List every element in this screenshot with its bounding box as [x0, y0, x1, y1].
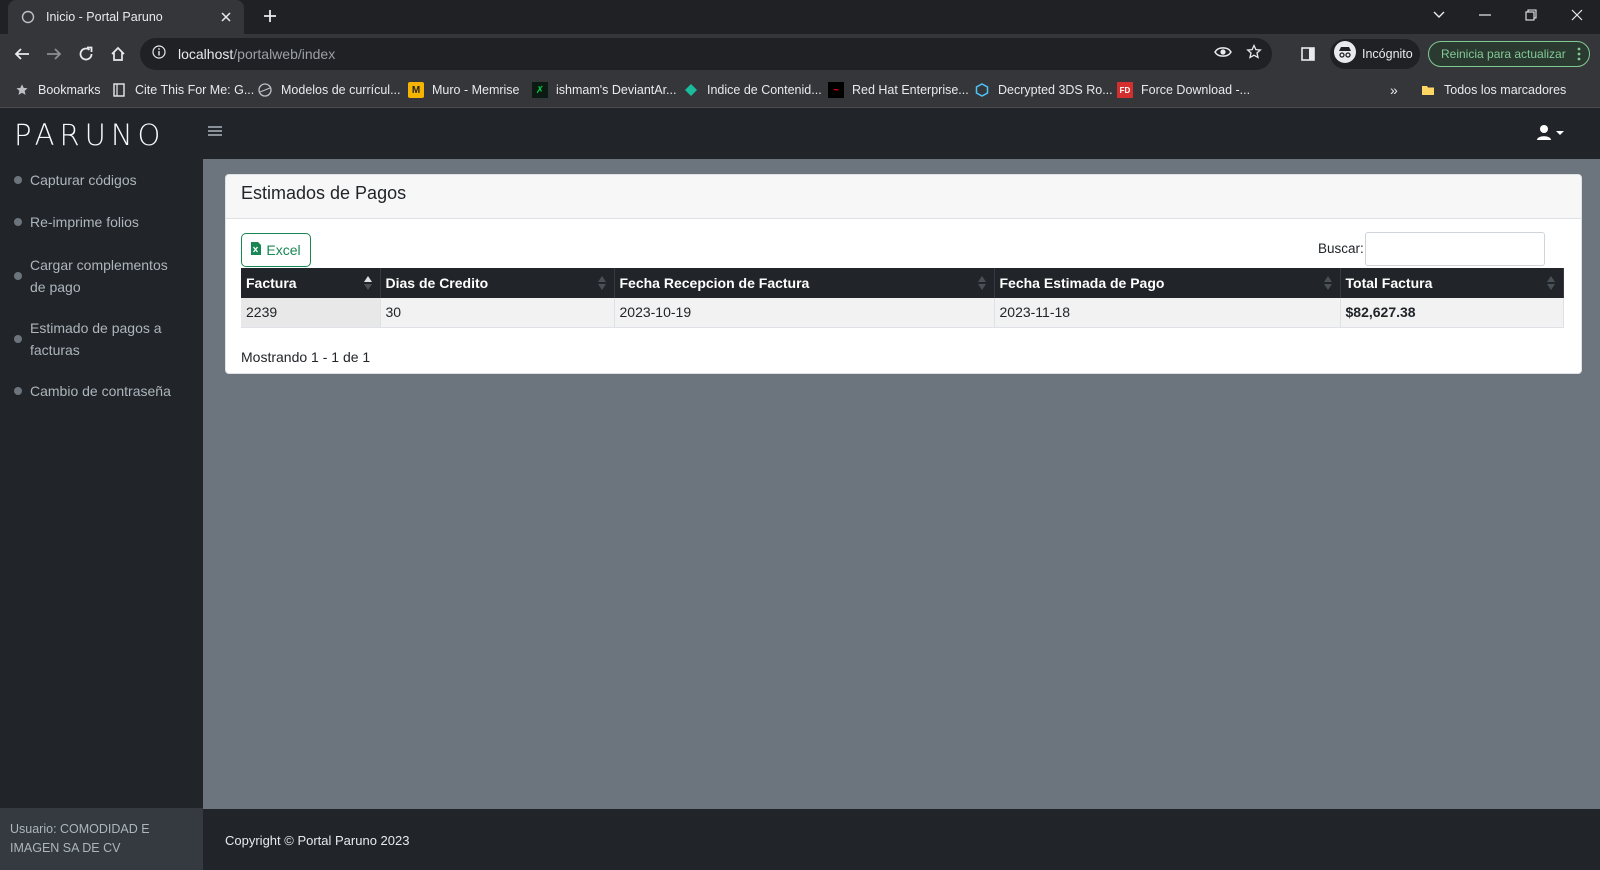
table-header-row: Factura Dias de Credito Fecha Recepcion …	[241, 268, 1564, 298]
close-tab-icon[interactable]	[218, 9, 234, 25]
column-header-dias-credito[interactable]: Dias de Credito	[380, 268, 615, 298]
browser-tab[interactable]: Inicio - Portal Paruno	[8, 0, 244, 34]
cell-dias-credito: 30	[380, 298, 615, 328]
incognito-icon	[1334, 40, 1356, 68]
bookmark-item[interactable]: Decrypted 3DS Ro...	[974, 82, 1113, 98]
payments-table: Factura Dias de Credito Fecha Recepcion …	[241, 268, 1564, 328]
sort-ascending-icon	[363, 274, 372, 292]
url-text: localhost/portalweb/index	[178, 46, 336, 62]
bookmark-item[interactable]: Cite This For Me: G...	[111, 82, 254, 98]
bookmark-item[interactable]: FD Force Download -...	[1117, 82, 1250, 98]
bullet-icon	[14, 335, 22, 343]
fd-icon: FD	[1117, 82, 1133, 98]
column-header-factura[interactable]: Factura	[241, 268, 381, 298]
sidebar-user-info: Usuario: COMODIDAD E IMAGEN SA DE CV	[0, 808, 203, 870]
bookmark-item[interactable]: ✗ ishmam's DeviantAr...	[532, 82, 676, 98]
page-footer: Copyright © Portal Paruno 2023	[203, 809, 1600, 870]
column-header-fecha-estimada[interactable]: Fecha Estimada de Pago	[994, 268, 1341, 298]
star-icon	[14, 82, 30, 98]
memrise-icon: M	[408, 82, 424, 98]
bookmark-star-icon[interactable]	[1246, 43, 1262, 65]
excel-file-icon	[251, 242, 262, 258]
sidebar-item-label: Capturar códigos	[30, 172, 137, 188]
table-row: 2239 30 2023-10-19 2023-11-18 $82,627.38	[241, 298, 1564, 328]
sidebar-item-label: Estimado de pagos a facturas	[30, 320, 162, 358]
reload-icon[interactable]	[74, 42, 98, 66]
folder-icon	[1420, 82, 1436, 98]
sidebar-item-reimprime-folios[interactable]: Re-imprime folios	[14, 211, 194, 233]
more-vert-icon[interactable]	[1577, 46, 1581, 65]
search-input[interactable]	[1365, 232, 1545, 266]
bullet-icon	[14, 387, 22, 395]
all-bookmarks-folder[interactable]: Todos los marcadores	[1420, 82, 1566, 98]
sidebar-item-label: Re-imprime folios	[30, 214, 139, 230]
browser-tab-bar: Inicio - Portal Paruno	[0, 0, 1600, 34]
back-arrow-icon[interactable]	[10, 42, 34, 66]
sidebar-item-cambio-contrasena[interactable]: Cambio de contraseña	[14, 380, 194, 402]
sidebar-item-estimado-pagos[interactable]: Estimado de pagos a facturas	[14, 317, 174, 361]
excel-export-button[interactable]: Excel	[241, 233, 311, 267]
address-bar[interactable]: localhost/portalweb/index	[140, 38, 1272, 70]
cell-factura: 2239	[241, 298, 381, 328]
close-window-icon[interactable]	[1554, 0, 1600, 30]
column-header-fecha-recepcion[interactable]: Fecha Recepcion de Factura	[614, 268, 995, 298]
sort-icon	[1323, 274, 1332, 292]
restore-window-icon[interactable]	[1508, 0, 1554, 30]
sort-icon	[1547, 274, 1555, 292]
bullet-icon	[14, 176, 22, 184]
sidebar: Capturar códigos Re-imprime folios Carga…	[0, 159, 203, 870]
menu-toggle-icon[interactable]	[208, 124, 224, 140]
paruno-logo[interactable]: PARUNO	[14, 118, 165, 152]
table-info: Mostrando 1 - 1 de 1	[241, 349, 371, 365]
book-icon	[111, 82, 127, 98]
card-title: Estimados de Pagos	[226, 175, 1581, 219]
redhat-icon: ~	[828, 82, 844, 98]
more-bookmarks-button[interactable]: »	[1390, 82, 1398, 98]
bookmark-item[interactable]: M Muro - Memrise	[408, 82, 520, 98]
bookmark-item[interactable]: ~ Red Hat Enterprise...	[828, 82, 969, 98]
eye-icon[interactable]	[1214, 45, 1232, 64]
new-tab-icon[interactable]	[260, 6, 280, 26]
search-label: Buscar:	[1318, 241, 1364, 256]
user-dropdown[interactable]	[1534, 122, 1568, 144]
site-info-icon[interactable]	[152, 44, 166, 64]
column-header-total-factura[interactable]: Total Factura	[1340, 268, 1564, 298]
deviantart-icon: ✗	[532, 82, 548, 98]
excel-button-label: Excel	[266, 242, 301, 258]
bullet-icon	[14, 218, 22, 226]
forward-arrow-icon[interactable]	[42, 42, 66, 66]
cell-fecha-estimada: 2023-11-18	[994, 298, 1341, 328]
incognito-indicator[interactable]: Incógnito	[1330, 39, 1420, 69]
payments-card: Estimados de Pagos Excel Buscar: Factura…	[225, 174, 1582, 374]
diamond-icon	[683, 82, 699, 98]
sidebar-item-capturar-codigos[interactable]: Capturar códigos	[14, 169, 194, 191]
home-icon[interactable]	[106, 42, 130, 66]
tab-search-chevron-down-icon[interactable]	[1416, 0, 1462, 30]
hexagon-icon	[974, 82, 990, 98]
cell-fecha-recepcion: 2023-10-19	[614, 298, 995, 328]
user-icon	[1534, 125, 1568, 148]
sidebar-item-cargar-complementos[interactable]: Cargar complementos de pago	[14, 254, 174, 298]
bookmark-item[interactable]: Bookmarks	[14, 82, 101, 98]
sort-icon	[597, 274, 606, 292]
sidebar-item-label: Cargar complementos de pago	[30, 257, 168, 295]
cell-total-factura: $82,627.38	[1340, 298, 1564, 328]
side-panel-icon[interactable]	[1296, 42, 1320, 66]
bullet-icon	[14, 272, 22, 280]
sort-icon	[977, 274, 986, 292]
bookmark-item[interactable]: Indice de Contenid...	[683, 82, 822, 98]
app-navbar: PARUNO	[0, 108, 1600, 159]
main-content: Estimados de Pagos Excel Buscar: Factura…	[203, 159, 1600, 809]
update-label: Reinicia para actualizar	[1441, 47, 1566, 61]
page-favicon-icon	[20, 9, 36, 25]
minimize-icon[interactable]	[1462, 0, 1508, 30]
tab-title: Inicio - Portal Paruno	[46, 10, 163, 24]
bookmark-item[interactable]: Modelos de currícul...	[257, 82, 401, 98]
browser-toolbar: localhost/portalweb/index Incógnito Rein…	[0, 34, 1600, 74]
sidebar-item-label: Cambio de contraseña	[30, 383, 171, 399]
globe-icon	[257, 82, 273, 98]
bookmarks-bar: Bookmarks Cite This For Me: G... Modelos…	[0, 74, 1600, 108]
incognito-label: Incógnito	[1362, 47, 1413, 61]
update-button[interactable]: Reinicia para actualizar	[1428, 41, 1590, 67]
